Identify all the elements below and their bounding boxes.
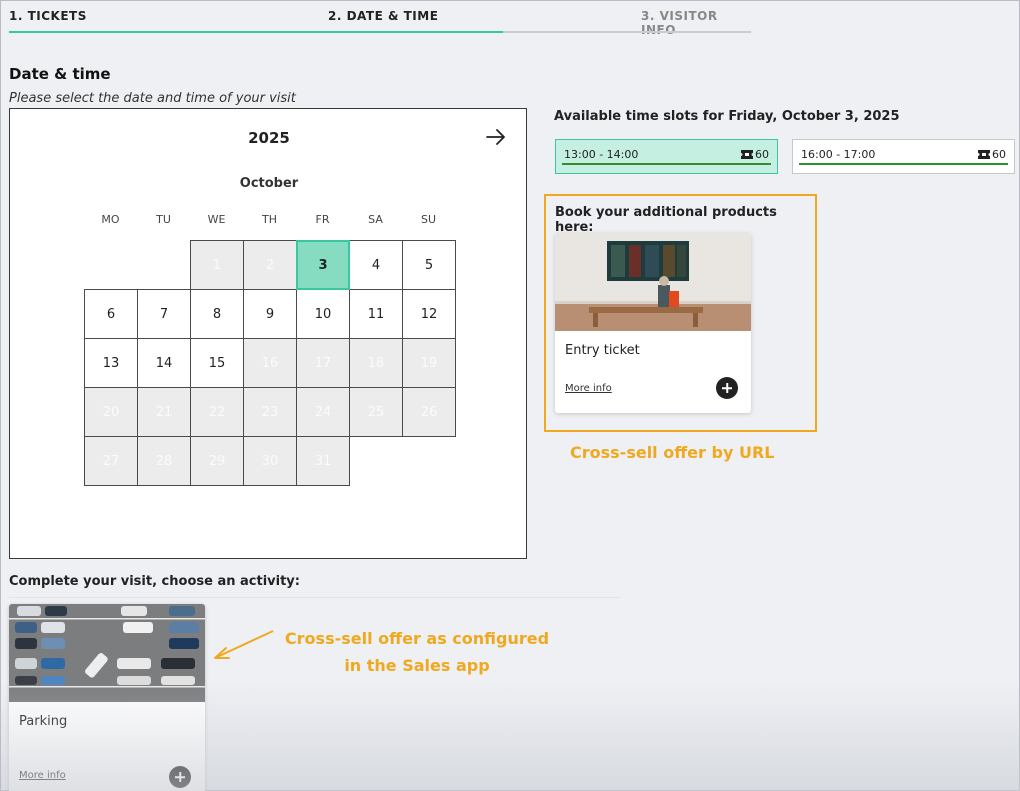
activity-divider [9, 597, 621, 598]
calendar-day: 24 [296, 387, 350, 437]
ticket-icon [978, 150, 990, 159]
calendar-day[interactable]: 12 [402, 289, 456, 339]
calendar-month: October [239, 176, 299, 191]
calendar-day: 25 [349, 387, 403, 437]
slot-availability-bar [562, 163, 771, 165]
page-title: Date & time [9, 65, 111, 83]
slot-time: 13:00 - 14:00 [564, 148, 639, 161]
calendar-day-selected[interactable]: 3 [296, 240, 350, 290]
plus-icon[interactable] [716, 377, 738, 399]
annotation-sales-line-2: in the Sales app [344, 656, 490, 675]
calendar-day[interactable]: 6 [84, 289, 138, 339]
time-slot-option[interactable]: 16:00 - 17:00 60 [792, 139, 1015, 174]
weekday-label: SA [368, 213, 383, 226]
calendar-day: 26 [402, 387, 456, 437]
calendar-day: 18 [349, 338, 403, 388]
calendar-day: 19 [402, 338, 456, 388]
weekday-label: WE [207, 213, 226, 226]
arrow-right-icon[interactable] [484, 125, 508, 149]
calendar-day: 31 [296, 436, 350, 486]
page-subtitle: Please select the date and time of your … [9, 91, 296, 106]
calendar-day[interactable]: 9 [243, 289, 297, 339]
product-name: Entry ticket [565, 343, 640, 358]
calendar-day[interactable]: 15 [190, 338, 244, 388]
slot-availability-bar [799, 163, 1008, 165]
product-card[interactable]: Entry ticket More info [555, 233, 751, 413]
slot-capacity-value: 60 [992, 148, 1006, 161]
activity-name: Parking [19, 714, 68, 729]
calendar-day: 21 [137, 387, 191, 437]
weekday-label: FR [315, 213, 330, 226]
calendar-day: 17 [296, 338, 350, 388]
annotation-sales-line-1: Cross-sell offer as configured [284, 629, 550, 648]
slot-capacity: 60 [741, 148, 769, 161]
date-calendar: 2025 October MO TU WE TH FR SA SU 123456… [9, 108, 527, 559]
ticket-icon [741, 150, 753, 159]
calendar-day: 29 [190, 436, 244, 486]
calendar-day: 2 [243, 240, 297, 290]
additional-products-title: Book your additional products here: [555, 205, 777, 235]
slot-time: 16:00 - 17:00 [801, 148, 876, 161]
calendar-day: 28 [137, 436, 191, 486]
calendar-day[interactable]: 14 [137, 338, 191, 388]
annotation-sales-offer: Cross-sell offer as configured in the Sa… [283, 625, 551, 679]
activity-image [9, 604, 205, 702]
step-tickets[interactable]: 1. TICKETS [9, 9, 87, 23]
calendar-day[interactable]: 8 [190, 289, 244, 339]
steps-progress-bar [9, 31, 504, 33]
weekday-label: TU [156, 213, 171, 226]
calendar-day[interactable]: 11 [349, 289, 403, 339]
calendar-day: 22 [190, 387, 244, 437]
step-date-time[interactable]: 2. DATE & TIME [328, 9, 438, 23]
steps-progress-track [9, 31, 751, 33]
calendar-day[interactable]: 7 [137, 289, 191, 339]
calendar-day: 27 [84, 436, 138, 486]
product-image [555, 233, 751, 331]
additional-products-box: Book your additional products here: Entr… [544, 194, 817, 432]
calendar-year: 2025 [248, 129, 290, 147]
annotation-url-offer: Cross-sell offer by URL [570, 443, 775, 462]
calendar-day[interactable]: 4 [349, 240, 403, 290]
time-slot-option[interactable]: 13:00 - 14:00 60 [555, 139, 778, 174]
weekday-label: MO [101, 213, 120, 226]
time-slots-title: Available time slots for Friday, October… [554, 109, 900, 124]
annotation-arrow-icon [214, 630, 274, 659]
activity-section-title: Complete your visit, choose an activity: [9, 574, 300, 589]
calendar-day[interactable]: 5 [402, 240, 456, 290]
activity-card[interactable]: Parking More info [9, 604, 205, 791]
calendar-day[interactable]: 13 [84, 338, 138, 388]
calendar-day: 30 [243, 436, 297, 486]
calendar-day[interactable]: 10 [296, 289, 350, 339]
more-info-link[interactable]: More info [19, 770, 66, 781]
calendar-day: 20 [84, 387, 138, 437]
calendar-day: 1 [190, 240, 244, 290]
calendar-day: 16 [243, 338, 297, 388]
checkout-steps: 1. TICKETS 2. DATE & TIME 3. VISITOR INF… [9, 1, 751, 37]
plus-icon[interactable] [169, 766, 191, 788]
calendar-day: 23 [243, 387, 297, 437]
slot-capacity: 60 [978, 148, 1006, 161]
weekday-label: TH [262, 213, 277, 226]
slot-capacity-value: 60 [755, 148, 769, 161]
weekday-label: SU [420, 213, 437, 226]
more-info-link[interactable]: More info [565, 383, 612, 394]
